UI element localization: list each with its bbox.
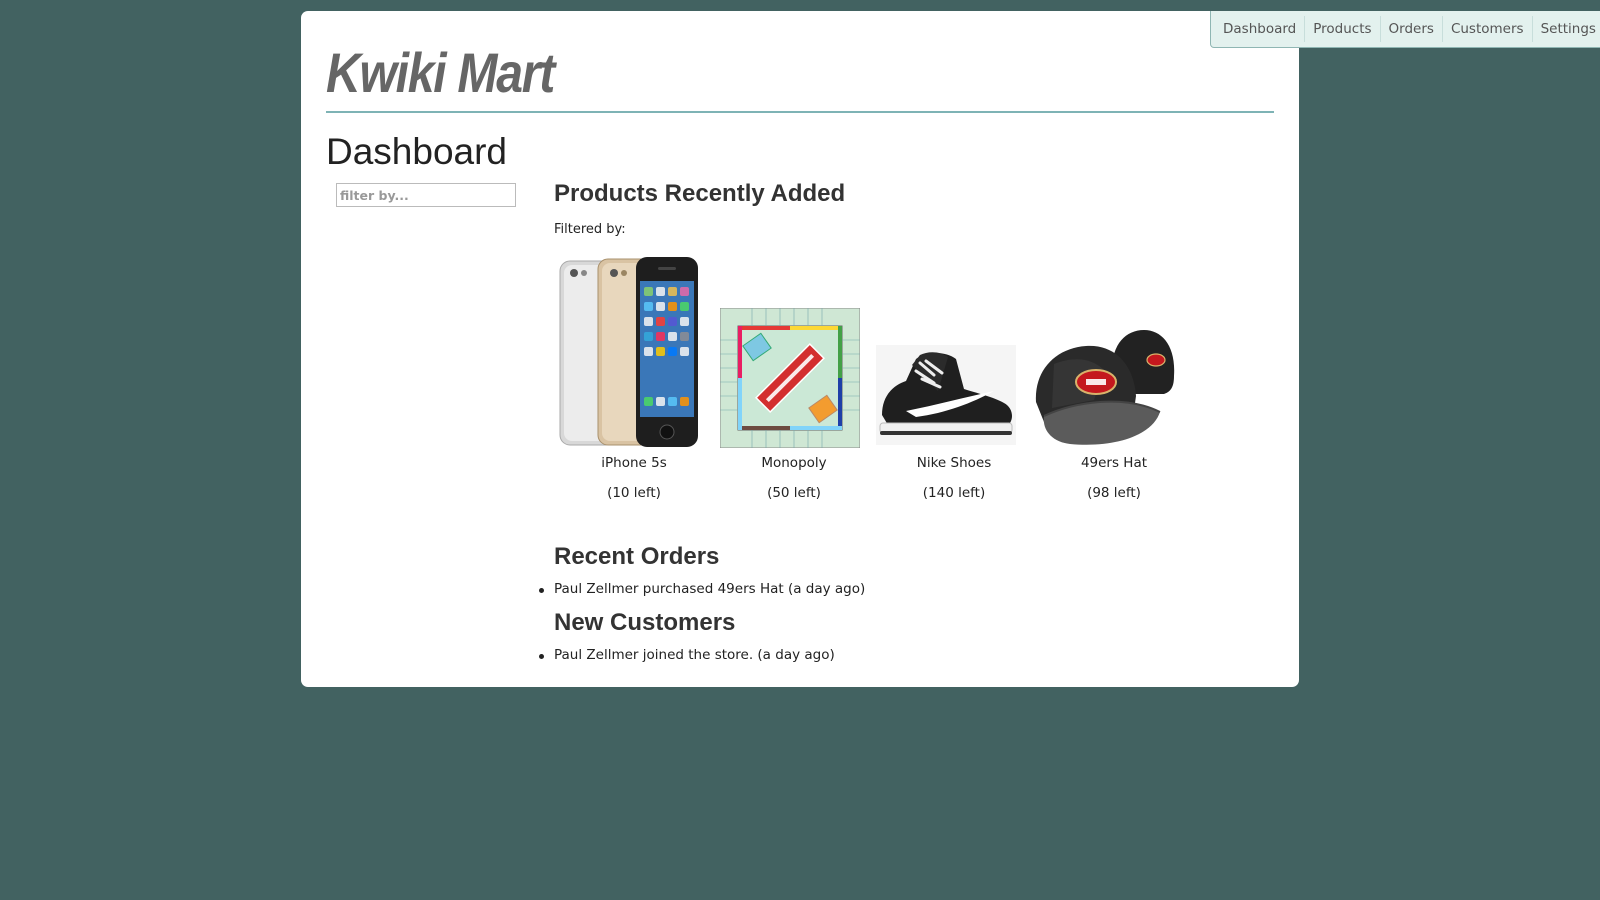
nav-products[interactable]: Products xyxy=(1305,16,1381,42)
top-nav: Dashboard Products Orders Customers Sett… xyxy=(1210,11,1600,48)
sneaker-image xyxy=(876,345,1016,445)
page-title: Dashboard xyxy=(326,131,508,172)
header-divider xyxy=(326,111,1274,113)
nav-customers[interactable]: Customers xyxy=(1443,16,1533,42)
product-name: iPhone 5s xyxy=(601,455,667,471)
iphone-image xyxy=(559,257,698,447)
nav-orders[interactable]: Orders xyxy=(1381,16,1443,42)
new-customers-list: Paul Zellmer joined the store. (a day ag… xyxy=(539,647,835,663)
filter-input[interactable] xyxy=(336,183,516,207)
product-stock: (10 left) xyxy=(607,485,661,501)
brand-logo[interactable]: Kwiki Mart xyxy=(326,40,555,105)
monopoly-board-image xyxy=(720,308,860,448)
recent-orders-list: Paul Zellmer purchased 49ers Hat (a day … xyxy=(538,581,866,597)
nav-dashboard[interactable]: Dashboard xyxy=(1215,16,1306,42)
filtered-by-label: Filtered by: xyxy=(554,222,626,237)
customer-item: Paul Zellmer joined the store. (a day ag… xyxy=(539,647,835,663)
nav-settings[interactable]: Settings xyxy=(1533,16,1600,42)
recent-orders-heading: Recent Orders xyxy=(554,543,720,570)
cap-image xyxy=(1035,330,1175,445)
product-stock: (140 left) xyxy=(922,485,986,501)
products-heading: Products Recently Added xyxy=(554,180,846,207)
product-name: Monopoly xyxy=(761,455,827,471)
product-name: Nike Shoes xyxy=(916,455,992,471)
new-customers-heading: New Customers xyxy=(554,609,736,636)
product-name: 49ers Hat xyxy=(1080,455,1148,471)
product-stock: (98 left) xyxy=(1087,485,1141,501)
product-stock: (50 left) xyxy=(767,485,821,501)
order-item: Paul Zellmer purchased 49ers Hat (a day … xyxy=(538,581,866,597)
